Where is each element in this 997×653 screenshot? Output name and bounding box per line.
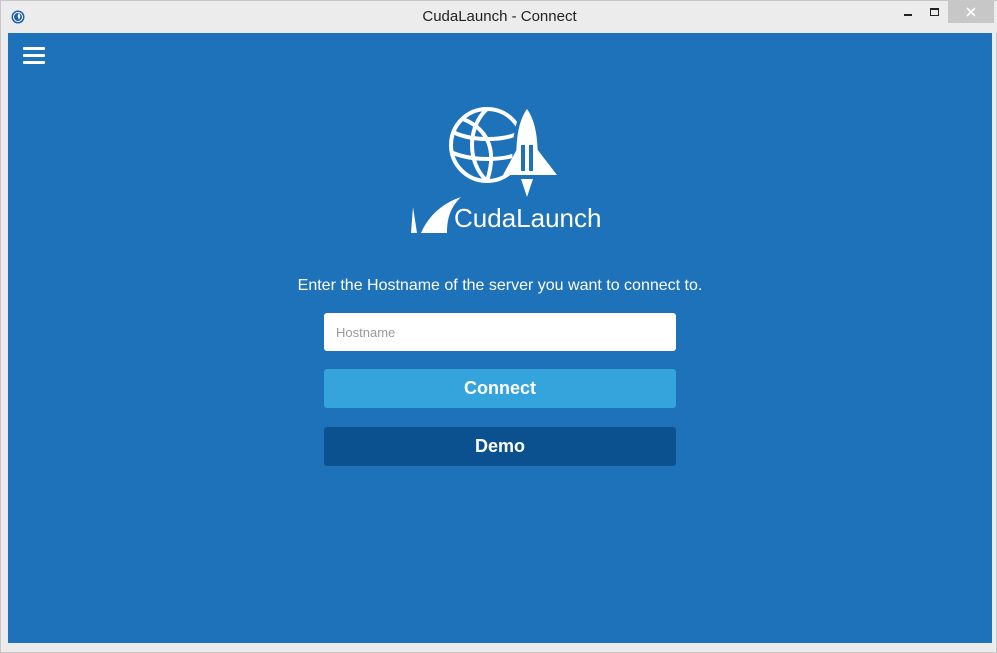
- logo-text: CudaLaunch: [454, 203, 602, 233]
- window-title: CudaLaunch - Connect: [422, 8, 577, 25]
- demo-button[interactable]: Demo: [324, 427, 676, 466]
- title-bar[interactable]: CudaLaunch - Connect: [1, 1, 997, 33]
- connect-prompt: Enter the Hostname of the server you wan…: [297, 277, 703, 294]
- app-window: CudaLaunch - Connect CudaLaunch Enter th…: [0, 0, 997, 653]
- hostname-input[interactable]: [324, 313, 676, 351]
- close-icon[interactable]: [948, 1, 994, 23]
- minimize-icon[interactable]: [894, 1, 921, 23]
- main-content: CudaLaunch Enter the Hostname of the ser…: [8, 33, 992, 643]
- hamburger-menu-icon[interactable]: [22, 45, 46, 65]
- connect-button[interactable]: Connect: [324, 369, 676, 408]
- maximize-icon[interactable]: [921, 1, 948, 23]
